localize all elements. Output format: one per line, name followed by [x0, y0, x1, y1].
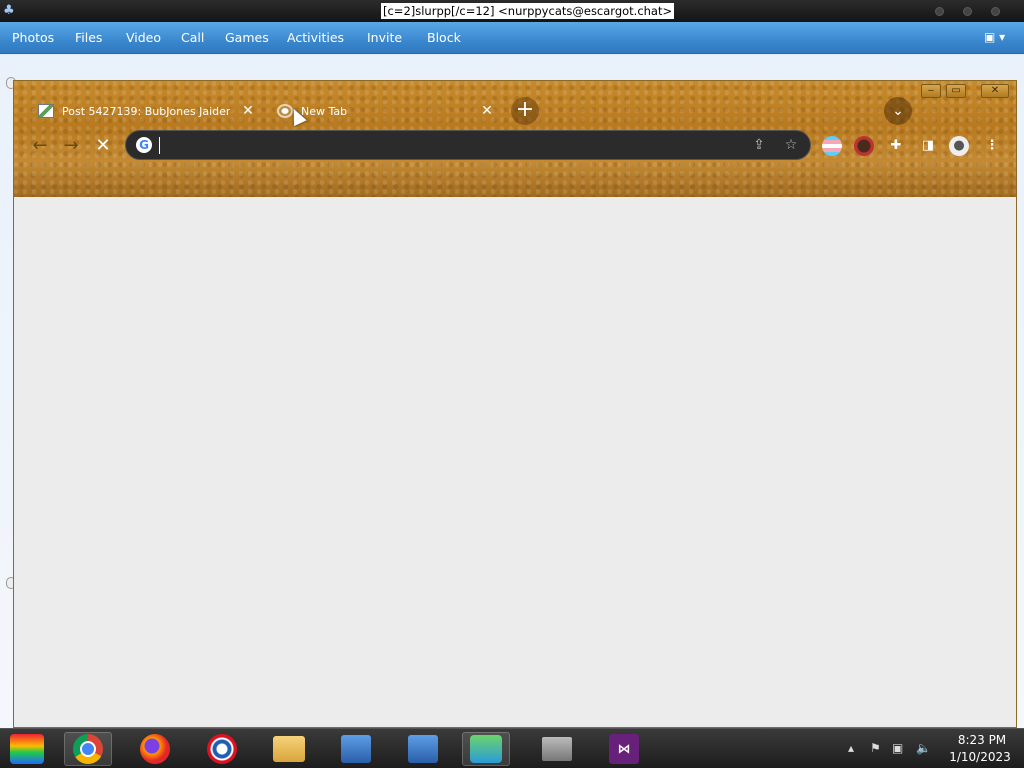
taskbar-archive[interactable] — [533, 732, 581, 766]
folder-icon — [273, 736, 305, 762]
show-hidden-icons-icon[interactable]: ▴ — [848, 741, 854, 755]
messenger-menubar: Photos Files Video Call Games Activities… — [0, 22, 1024, 54]
browser-frame: ‒ ▭ ✕ Post 5427139: BubJones Jaiden ✕ Ne… — [14, 81, 1016, 197]
messenger-title-bar: ♣ [c=2]slurpp[/c=12] <nurppycats@escargo… — [0, 0, 1024, 22]
stop-loading-icon[interactable]: ✕ — [91, 134, 115, 158]
pride-flag-extension-icon[interactable] — [822, 136, 842, 156]
start-orb-icon — [10, 734, 44, 764]
network-icon[interactable]: ▣ — [892, 741, 903, 755]
text-caret — [159, 137, 160, 154]
messenger-buddies-icon — [470, 735, 502, 763]
tab-search-chevron-icon[interactable]: ⌄ — [884, 97, 912, 125]
taskbar-network-2[interactable] — [399, 732, 447, 766]
extensions-puzzle-icon[interactable]: ✚ — [886, 136, 906, 156]
system-tray: ▴ ⚑ ▣ 🔈 8:23 PM 1/10/2023 — [844, 729, 1024, 768]
forward-arrow-icon[interactable]: → — [59, 134, 83, 158]
options-dropdown-icon[interactable]: ▣ ▾ — [984, 30, 1005, 44]
google-icon: G — [136, 137, 152, 153]
menu-games[interactable]: Games — [225, 30, 269, 45]
visual-studio-icon: ⋈ — [609, 734, 639, 764]
profile-icon[interactable]: ● — [949, 136, 969, 156]
action-center-flag-icon[interactable]: ⚑ — [870, 741, 881, 755]
clock-time[interactable]: 8:23 PM — [952, 733, 1012, 747]
network-computer-icon — [341, 735, 371, 763]
taskbar: ⋈ ▴ ⚑ ▣ 🔈 8:23 PM 1/10/2023 — [0, 728, 1024, 768]
back-arrow-icon[interactable]: ← — [28, 134, 52, 158]
address-input[interactable] — [158, 134, 738, 156]
page-content[interactable] — [14, 197, 1016, 727]
browser-maximize-button[interactable]: ▭ — [946, 84, 966, 98]
opera-icon — [207, 734, 237, 764]
conversation-title: [c=2]slurpp[/c=12] <nurppycats@escargot.… — [381, 3, 675, 19]
menu-invite[interactable]: Invite — [367, 30, 402, 45]
chrome-icon — [73, 734, 103, 764]
menu-call[interactable]: Call — [181, 30, 204, 45]
close-dot-button[interactable] — [991, 7, 1000, 16]
bookmark-star-icon[interactable]: ☆ — [782, 136, 800, 154]
side-panel-icon[interactable]: ◨ — [918, 136, 938, 156]
volume-icon[interactable]: 🔈 — [916, 741, 931, 755]
tab-new-tab[interactable]: New Tab ✕ — [269, 97, 499, 127]
kebab-menu-icon[interactable]: ⋮ — [982, 136, 1002, 156]
close-tab-icon[interactable]: ✕ — [479, 103, 495, 119]
close-tab-icon[interactable]: ✕ — [240, 103, 256, 119]
browser-window: ‒ ▭ ✕ Post 5427139: BubJones Jaiden ✕ Ne… — [13, 80, 1017, 728]
tab-label: New Tab — [301, 105, 348, 118]
clock-date[interactable]: 1/10/2023 — [944, 750, 1016, 764]
archive-box-icon — [542, 737, 572, 761]
messenger-app-icon[interactable]: ♣ — [3, 3, 17, 19]
network-computer-icon — [408, 735, 438, 763]
tab-post[interactable]: Post 5427139: BubJones Jaiden ✕ — [30, 97, 260, 127]
taskbar-msn-messenger[interactable] — [462, 732, 510, 766]
taskbar-network-1[interactable] — [332, 732, 380, 766]
browser-minimize-button[interactable]: ‒ — [921, 84, 941, 98]
menu-block[interactable]: Block — [427, 30, 461, 45]
taskbar-opera[interactable] — [198, 732, 246, 766]
menu-activities[interactable]: Activities — [287, 30, 344, 45]
start-button[interactable] — [3, 732, 51, 766]
firefox-icon — [140, 734, 170, 764]
minimize-dot-button[interactable] — [935, 7, 944, 16]
image-favicon-icon — [38, 104, 54, 118]
menu-photos[interactable]: Photos — [12, 30, 54, 45]
taskbar-firefox[interactable] — [131, 732, 179, 766]
taskbar-visual-studio[interactable]: ⋈ — [600, 732, 648, 766]
browser-close-button[interactable]: ✕ — [981, 84, 1009, 98]
avatar-extension-icon[interactable] — [854, 136, 874, 156]
address-bar[interactable]: G ⇪ ☆ — [125, 130, 811, 160]
tab-label: Post 5427139: BubJones Jaiden — [62, 105, 230, 118]
taskbar-file-explorer[interactable] — [265, 732, 313, 766]
new-tab-button[interactable]: + — [511, 97, 539, 125]
taskbar-chrome[interactable] — [64, 732, 112, 766]
menu-video[interactable]: Video — [126, 30, 161, 45]
maximize-dot-button[interactable] — [963, 7, 972, 16]
share-icon[interactable]: ⇪ — [750, 136, 768, 154]
menu-files[interactable]: Files — [75, 30, 102, 45]
